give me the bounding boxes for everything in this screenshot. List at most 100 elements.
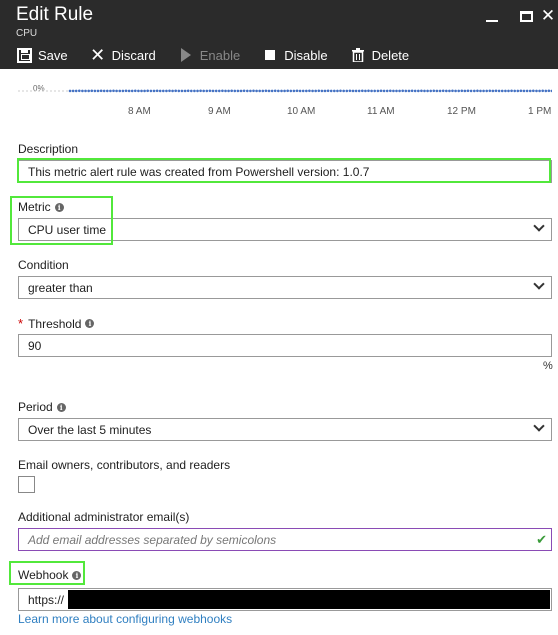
chart-point (370, 89, 373, 93)
chart-point (230, 89, 233, 93)
chart-point (317, 89, 321, 93)
chart-point (171, 89, 174, 93)
page-subtitle: CPU (16, 28, 38, 39)
chart-point (432, 89, 436, 93)
command-bar: Save ✕ Discard Enable Disable Delete (16, 44, 431, 66)
chart-point (507, 89, 510, 93)
chart-point (382, 89, 386, 93)
description-label: Description (18, 142, 79, 156)
enable-button[interactable]: Enable (178, 44, 240, 66)
chart-point (454, 89, 457, 93)
chart-x-tick: 12 PM (447, 106, 476, 117)
chart-point (305, 89, 308, 93)
chart-point (162, 89, 165, 93)
chart-point (283, 89, 286, 93)
chart-point (174, 89, 177, 93)
metric-highlight (10, 196, 113, 245)
chart-point (227, 89, 230, 93)
chart-point (295, 89, 299, 93)
chart-point (308, 89, 311, 93)
info-icon: i (85, 319, 95, 328)
delete-button[interactable]: Delete (350, 44, 409, 66)
chart-x-tick: 1 PM (528, 106, 552, 117)
threshold-input[interactable]: 90 (18, 334, 552, 357)
discard-button[interactable]: ✕ Discard (90, 44, 156, 66)
chart-point (544, 89, 548, 93)
chart-point (516, 89, 520, 93)
chart-point (236, 89, 240, 93)
chart-point (199, 89, 202, 93)
disable-label: Disable (284, 47, 328, 63)
chart-x-tick: 9 AM (208, 106, 231, 117)
chart-point (78, 89, 81, 93)
chart-point (149, 89, 153, 93)
period-select[interactable]: Over the last 5 minutes (18, 418, 552, 441)
chart-point (469, 89, 473, 93)
chart-point (510, 89, 513, 93)
chart-point (202, 89, 205, 93)
chart-point (376, 89, 380, 93)
chart-point (109, 89, 112, 93)
chart-point (137, 89, 140, 93)
chart-point (301, 89, 305, 93)
play-icon (178, 47, 194, 63)
chart-point (463, 89, 467, 93)
chart-point (311, 89, 314, 93)
chart-point (339, 89, 342, 93)
chart-point (423, 89, 426, 93)
enable-label: Enable (199, 47, 241, 63)
admin-email-input[interactable]: Add email addresses separated by semicol… (18, 528, 552, 551)
chart-point (364, 89, 367, 93)
chart-point (183, 89, 187, 93)
condition-select[interactable]: greater than (18, 276, 552, 299)
close-button[interactable]: ✕ (538, 6, 558, 26)
save-button[interactable]: Save (16, 44, 68, 66)
chart-point (361, 89, 364, 93)
chart-point (280, 89, 283, 93)
chart-point (460, 89, 464, 93)
chart-point (106, 89, 109, 93)
chart-point (541, 89, 544, 93)
chart-point (130, 89, 134, 93)
page-title: Edit Rule (16, 4, 94, 25)
chart-point (252, 89, 255, 93)
email-owners-checkbox[interactable] (18, 476, 35, 493)
chart-point (323, 89, 327, 93)
chart-point (264, 89, 268, 93)
minimize-icon (486, 20, 498, 22)
webhook-help-link[interactable]: Learn more about configuring webhooks (18, 612, 232, 626)
chart-point (429, 89, 433, 93)
chart-point (118, 89, 122, 93)
maximize-button[interactable] (516, 6, 536, 26)
webhook-highlight (9, 561, 85, 585)
chart-point (479, 89, 482, 93)
chart-point (246, 89, 249, 93)
chart-point (333, 89, 336, 93)
disable-button[interactable]: Disable (262, 44, 328, 66)
chevron-down-icon (533, 420, 545, 432)
chart-point (286, 89, 290, 93)
chart-point (336, 89, 339, 93)
chart-point (420, 89, 423, 93)
chart-point (326, 89, 330, 93)
chart-point (273, 89, 277, 93)
chart-point (448, 89, 451, 93)
chart-point (398, 89, 401, 93)
chart-point (401, 89, 405, 93)
chart-point (473, 89, 476, 93)
chart-point (385, 89, 389, 93)
chart-point (277, 89, 280, 93)
chart-x-tick: 11 AM (367, 106, 395, 117)
chart-point (395, 89, 398, 93)
chart-point (102, 89, 106, 93)
chart-point (249, 89, 252, 93)
chart-point (519, 89, 523, 93)
discard-icon: ✕ (90, 45, 106, 65)
chart-point (525, 89, 529, 93)
threshold-unit: % (543, 360, 553, 372)
chart-point (112, 89, 115, 93)
chart-point (417, 89, 420, 93)
chart-point (320, 89, 324, 93)
chart-point (466, 89, 470, 93)
minimize-button[interactable] (482, 6, 502, 26)
